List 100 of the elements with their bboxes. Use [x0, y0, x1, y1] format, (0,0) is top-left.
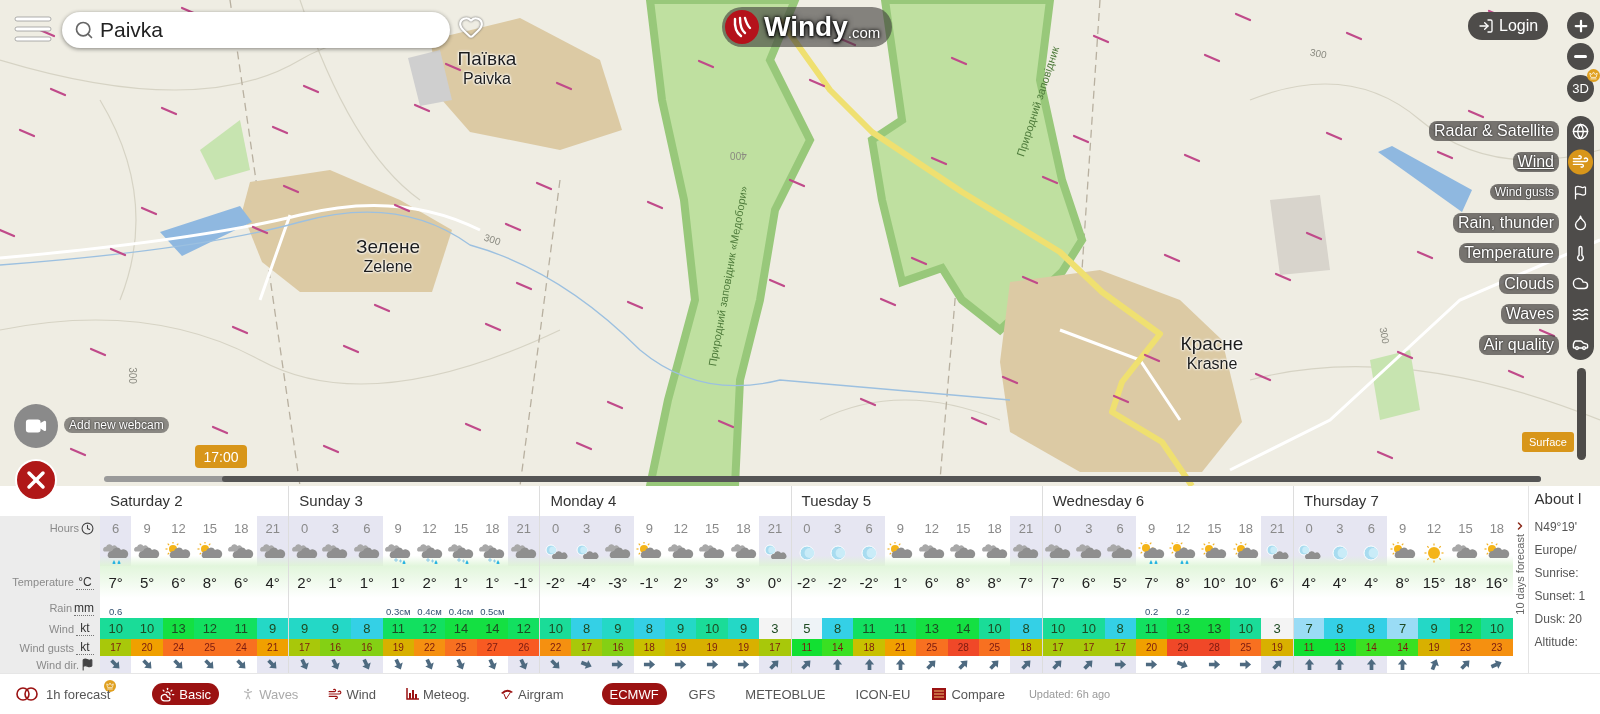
- place-name: Krasne: [1186, 355, 1238, 373]
- altitude-bar[interactable]: [1577, 368, 1586, 460]
- layer-link[interactable]: Rain, thunder: [1452, 212, 1559, 233]
- meadow-area: [200, 120, 250, 180]
- model-tab[interactable]: ICON-EU: [847, 683, 919, 705]
- row-label: Wind: [47, 622, 74, 635]
- wind-particle: [1436, 150, 1454, 160]
- login-button[interactable]: Login: [1468, 12, 1549, 40]
- hour-label: 15: [955, 519, 972, 538]
- gust-value: 22: [413, 639, 446, 656]
- layer-link[interactable]: Wind gusts: [1489, 184, 1559, 201]
- wind-value: 5: [790, 618, 822, 639]
- temperature-value: 8°: [194, 566, 226, 598]
- wind-value: 12: [194, 618, 226, 639]
- temperature-value: 3°: [727, 566, 760, 598]
- wind-particle: [413, 103, 431, 113]
- view-tab[interactable]: Meteog.: [398, 683, 478, 705]
- place-name: Красне: [1180, 333, 1244, 355]
- gust-value: 29: [1167, 639, 1199, 656]
- hourly-toggle[interactable]: 1h forecast: [16, 686, 111, 702]
- wind-value: 12: [413, 618, 446, 639]
- timeline-track[interactable]: [104, 476, 1541, 482]
- webcam-button[interactable]: [14, 404, 58, 448]
- hour-label: 3: [1324, 516, 1356, 540]
- zoom-out-button[interactable]: [1567, 43, 1594, 70]
- hour-label: 9: [1146, 519, 1157, 538]
- wind-particle: [160, 106, 178, 116]
- hour-label: 18: [1488, 519, 1506, 538]
- wind-value: 7: [1292, 618, 1325, 639]
- meadow-area: [1370, 350, 1420, 420]
- hour-label: 9: [895, 519, 906, 538]
- wind-particle: [515, 281, 533, 291]
- altitude-tag: Surface: [1522, 432, 1574, 452]
- wind-particle: [231, 325, 249, 335]
- hour-label: 15: [201, 519, 219, 538]
- wind-particle: [69, 447, 87, 457]
- temperature-value: 6°: [225, 566, 257, 598]
- hour-label: 0: [1292, 516, 1325, 540]
- about-line: Sunrise:: [1534, 566, 1580, 580]
- wind-value: 10: [696, 618, 728, 639]
- arrow-icon: [1239, 658, 1253, 671]
- drop-icon: [1572, 214, 1589, 232]
- hour-label: 6: [853, 516, 885, 540]
- wind-particle: [808, 78, 826, 88]
- model-tab[interactable]: ECMWF: [601, 683, 667, 705]
- hour-label: 9: [142, 519, 152, 538]
- layer-link[interactable]: Air quality: [1478, 334, 1559, 355]
- wind-icon: [328, 687, 343, 701]
- rain-value: 0.5см: [479, 605, 506, 618]
- wind-particle: [1345, 31, 1363, 41]
- compare-button[interactable]: Compare: [932, 686, 1005, 702]
- temperature-value: 1°: [476, 566, 509, 598]
- quarry-area: [408, 50, 452, 106]
- gust-value: 25: [194, 639, 226, 656]
- wind-particle: [271, 125, 289, 135]
- wind-value: 11: [1135, 618, 1168, 639]
- login-icon: [1478, 18, 1494, 34]
- 3d-button[interactable]: 3D: [1567, 75, 1594, 102]
- layer-link[interactable]: Wind: [1512, 151, 1559, 172]
- layer-button[interactable]: [1567, 116, 1594, 147]
- gust-value: 20: [131, 639, 163, 656]
- arrow-icon: [1459, 658, 1472, 671]
- wind-particle: [788, 178, 806, 188]
- zoom-in-button[interactable]: [1567, 12, 1594, 39]
- minus-icon: [1574, 55, 1587, 58]
- view-tab[interactable]: Airgram: [492, 683, 572, 705]
- layer-link[interactable]: Temperature: [1459, 243, 1559, 264]
- gust-value: 20: [1135, 639, 1168, 656]
- wind-particle: [535, 181, 553, 191]
- gust-value: 16: [351, 639, 383, 656]
- layer-link[interactable]: Waves: [1500, 304, 1559, 325]
- temperature-value: 3°: [696, 566, 728, 598]
- view-tab[interactable]: Basic: [152, 683, 220, 705]
- hour-label: 12: [421, 519, 438, 538]
- gust-value: 17: [1073, 639, 1105, 656]
- view-tab[interactable]: Wind: [320, 683, 384, 705]
- search-field[interactable]: Paivka: [62, 12, 450, 48]
- layer-button[interactable]: [1567, 329, 1594, 360]
- temperature-value: 8°: [1387, 566, 1419, 598]
- wind-value: 13: [162, 618, 195, 639]
- flag-icon: [1573, 184, 1588, 200]
- layer-link[interactable]: Clouds: [1499, 273, 1559, 294]
- arrow-icon: [1207, 658, 1221, 671]
- gust-value: 13: [1324, 639, 1356, 656]
- contour-label: 300: [1309, 46, 1328, 61]
- temperature-value: 7°: [1010, 566, 1042, 598]
- wind-particle: [1416, 250, 1434, 260]
- gust-value: 19: [727, 639, 760, 656]
- wind-particle: [373, 303, 391, 313]
- hour-label: 12: [170, 519, 187, 538]
- rain-value: 0.4см: [447, 605, 475, 618]
- gust-value: 18: [633, 639, 666, 656]
- compare-icon: [932, 688, 947, 700]
- about-line: Europe/: [1534, 543, 1578, 557]
- model-tab[interactable]: GFS: [680, 683, 724, 705]
- row-label: Hours: [48, 522, 79, 534]
- model-tab[interactable]: METEOBLUE: [737, 683, 834, 705]
- contour-label: 300: [126, 367, 138, 384]
- layer-link[interactable]: Radar & Satellite: [1428, 121, 1559, 142]
- wind-value: 14: [445, 618, 477, 639]
